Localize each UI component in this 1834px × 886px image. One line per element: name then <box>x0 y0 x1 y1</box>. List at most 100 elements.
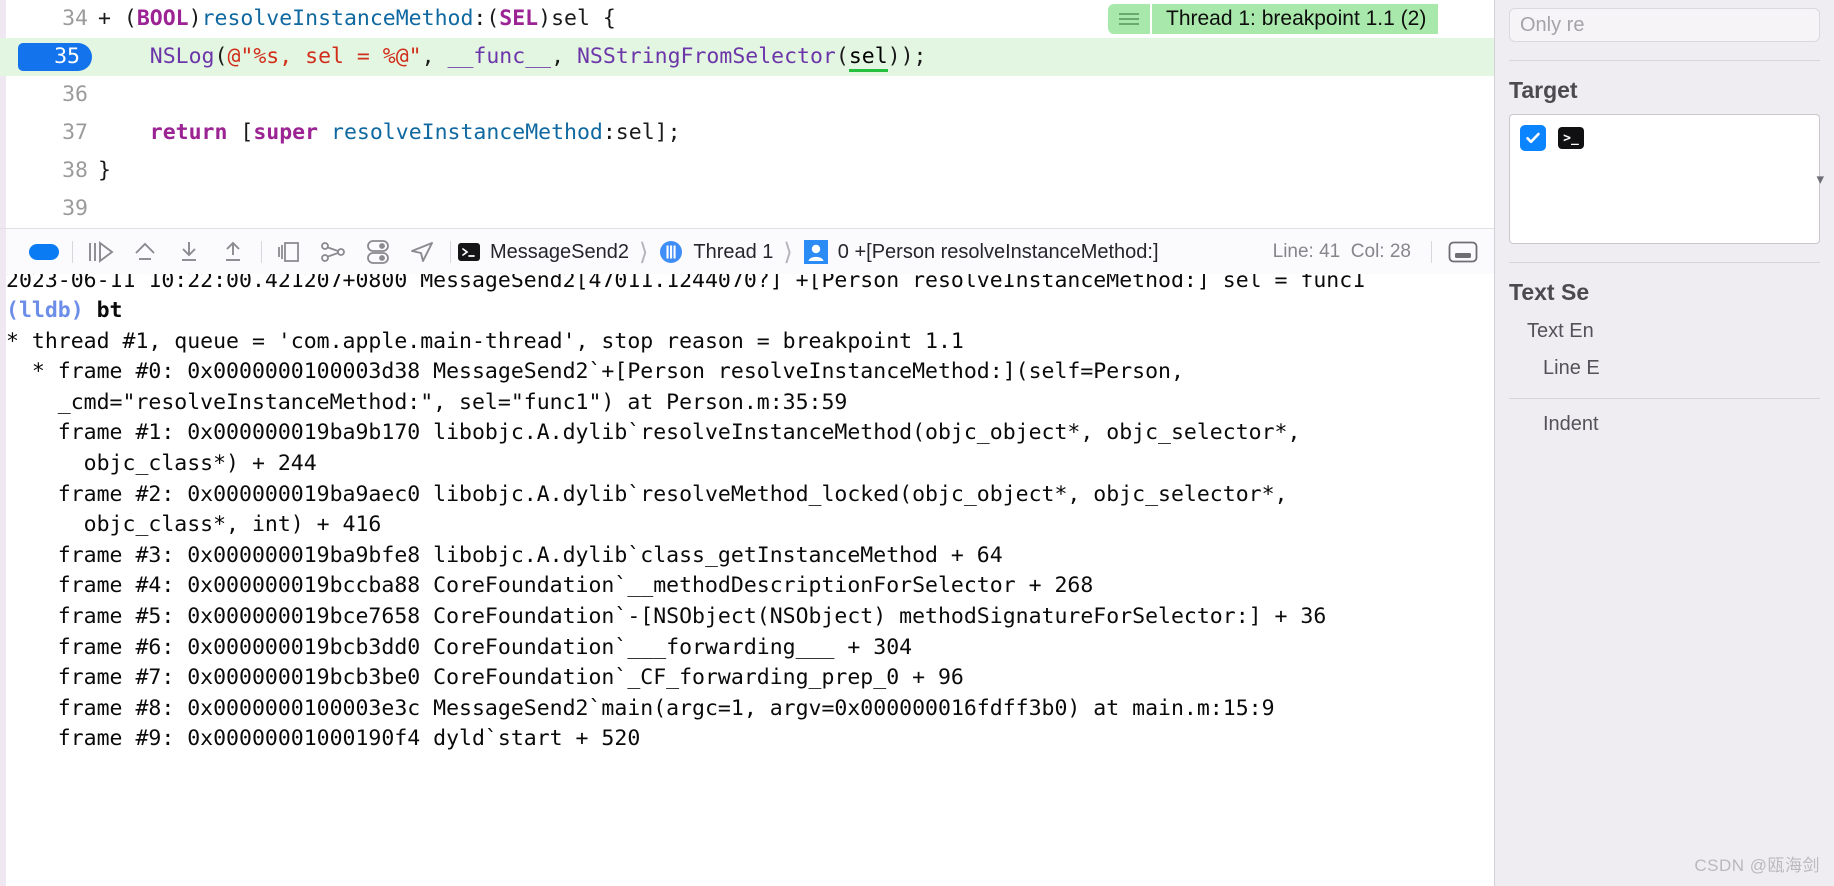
console-line: frame #9: 0x00000001000190f4 dyld`start … <box>6 726 641 752</box>
status-divider <box>1431 241 1432 263</box>
code-token: resolveInstanceMethod <box>331 120 603 145</box>
console-line: frame #8: 0x0000000100003e3c MessageSend… <box>6 695 1275 721</box>
indent-label: Indent <box>1543 413 1599 435</box>
code-lines-container: 34 + (BOOL)resolveInstanceMethod:(SEL)sel… <box>0 0 1494 228</box>
continue-program-icon[interactable] <box>79 229 123 275</box>
terminal-target-icon: >_ <box>1558 127 1584 149</box>
code-token: super <box>253 120 319 145</box>
code-token: , <box>551 44 577 69</box>
line-endings-label: Line E <box>1543 357 1600 379</box>
breadcrumb-item-process[interactable]: MessageSend2 <box>490 241 629 264</box>
target-membership-row[interactable]: >_ <box>1520 125 1809 151</box>
target-checkbox[interactable] <box>1520 125 1546 151</box>
code-token: __func__ <box>447 44 552 69</box>
hamburger-icon[interactable] <box>1108 4 1150 34</box>
console-split-icon[interactable] <box>1448 240 1478 264</box>
code-token: )); <box>887 44 927 69</box>
breadcrumb-item-thread[interactable]: Thread 1 <box>693 241 773 264</box>
source-editor[interactable]: 34 + (BOOL)resolveInstanceMethod:(SEL)sel… <box>0 0 1494 228</box>
debug-area-toggle-icon[interactable] <box>22 229 66 275</box>
breakpoint-annotation-text: Thread 1: breakpoint 1.1 (2) <box>1152 4 1439 34</box>
code-line[interactable]: 36 <box>0 76 1494 114</box>
terminal-process-icon[interactable] <box>457 240 481 264</box>
toolbar-divider-3 <box>450 241 451 263</box>
xcode-debug-window: 34 + (BOOL)resolveInstanceMethod:(SEL)sel… <box>0 0 1834 886</box>
code-token: resolveInstanceMethod <box>201 6 474 31</box>
code-token: } <box>98 158 111 183</box>
indent-row[interactable]: Indent <box>1543 413 1820 436</box>
code-line[interactable]: 39 <box>0 190 1494 228</box>
code-token: [ <box>227 120 254 145</box>
breakpoint-annotation[interactable]: Thread 1: breakpoint 1.1 (2) <box>1108 4 1439 34</box>
code-token: SEL <box>499 6 539 31</box>
thread-icon[interactable] <box>658 239 684 265</box>
line-number[interactable]: 37 <box>0 114 88 152</box>
line-number[interactable]: 38 <box>0 152 88 190</box>
step-into-icon[interactable] <box>167 229 211 275</box>
file-inspector-panel[interactable]: Only re Target >_ Text Se Text En Line E <box>1494 0 1834 886</box>
code-text: NSLog(@"%s, sel = %@", __func__, NSStrin… <box>98 38 927 76</box>
inspector-divider-2 <box>1509 262 1820 263</box>
line-number[interactable]: 39 <box>0 190 88 228</box>
code-token: NSLog <box>149 44 215 69</box>
console-output: 2023-06-11 10:22:00.421207+0800 MessageS… <box>0 274 1494 755</box>
lldb-command: bt <box>96 298 123 323</box>
debug-bar-left-rule <box>0 229 6 275</box>
console-line: 2023-06-11 10:22:00.421207+0800 MessageS… <box>6 274 1366 293</box>
breadcrumb: MessageSend2 ⟩ Thread 1 ⟩ 0 +[Person res… <box>457 238 1159 267</box>
code-token: sel <box>848 44 888 72</box>
debug-view-hierarchy-icon[interactable] <box>268 229 312 275</box>
code-text: return [super resolveInstanceMethod:sel]… <box>98 114 681 152</box>
watermark: CSDN @瓯海剑 <box>1694 856 1820 875</box>
target-membership-list[interactable]: >_ <box>1509 114 1820 244</box>
debug-memory-graph-icon[interactable] <box>312 229 356 275</box>
line-number[interactable]: 36 <box>0 76 88 114</box>
breadcrumb-separator-2: ⟩ <box>783 238 793 266</box>
console-line: frame #2: 0x000000019ba9aec0 libobjc.A.d… <box>6 481 1288 507</box>
inspector-divider-3 <box>1509 398 1820 399</box>
step-over-icon[interactable] <box>123 229 167 275</box>
console-line: objc_class*) + 244 <box>6 450 317 476</box>
breakpoint-marker-line-number[interactable]: 35 <box>0 38 80 76</box>
code-line[interactable]: 38} <box>0 152 1494 190</box>
code-token: @"%s, sel = %@" <box>227 44 422 69</box>
code-line[interactable]: 37 return [super resolveInstanceMethod:s… <box>0 114 1494 152</box>
console-line: frame #4: 0x000000019bccba88 CoreFoundat… <box>6 573 1094 599</box>
code-token: ( <box>835 44 849 69</box>
text-encoding-label: Text En <box>1527 320 1594 342</box>
debug-console[interactable]: 2023-06-11 10:22:00.421207+0800 MessageS… <box>0 274 1494 886</box>
toolbar-divider-2 <box>261 241 262 263</box>
code-token: :( <box>473 6 500 31</box>
lldb-prompt: (lldb) <box>6 298 97 323</box>
code-token: :sel]; <box>602 120 681 145</box>
code-token: + ( <box>98 6 137 31</box>
environment-overrides-icon[interactable] <box>356 229 400 275</box>
line-number[interactable]: 34 <box>0 0 88 38</box>
debug-toolbar[interactable]: MessageSend2 ⟩ Thread 1 ⟩ 0 +[Person res… <box>0 228 1494 276</box>
code-text: + (BOOL)resolveInstanceMethod:(SEL)sel { <box>98 0 616 38</box>
text-encoding-row[interactable]: Text En <box>1527 320 1820 343</box>
step-out-icon[interactable] <box>211 229 255 275</box>
stack-frame-icon[interactable] <box>803 239 829 265</box>
target-section-title: Target <box>1509 77 1578 103</box>
inspector-divider <box>1509 60 1820 61</box>
chevron-down-icon[interactable]: ▾ <box>1816 170 1824 188</box>
console-line: _cmd="resolveInstanceMethod:", sel="func… <box>6 389 848 415</box>
code-token: )sel { <box>538 6 616 31</box>
console-line: (lldb) bt <box>0 296 1494 327</box>
code-text: } <box>98 152 111 190</box>
breadcrumb-item-frame[interactable]: 0 +[Person resolveInstanceMethod:] <box>838 241 1159 264</box>
filter-input[interactable]: Only re <box>1509 8 1820 42</box>
line-endings-row[interactable]: Line E <box>1543 357 1820 380</box>
code-token: ) <box>188 6 202 31</box>
code-token: , <box>421 44 448 69</box>
console-line: frame #1: 0x000000019ba9b170 libobjc.A.d… <box>6 420 1301 446</box>
simulate-location-icon[interactable] <box>400 229 444 275</box>
code-line[interactable]: 35 NSLog(@"%s, sel = %@", __func__, NSSt… <box>0 38 1494 76</box>
console-line: * thread #1, queue = 'com.apple.main-thr… <box>6 328 964 354</box>
console-line: frame #7: 0x000000019bcb3be0 CoreFoundat… <box>6 665 964 691</box>
console-line: * frame #0: 0x0000000100003d38 MessageSe… <box>6 359 1184 385</box>
